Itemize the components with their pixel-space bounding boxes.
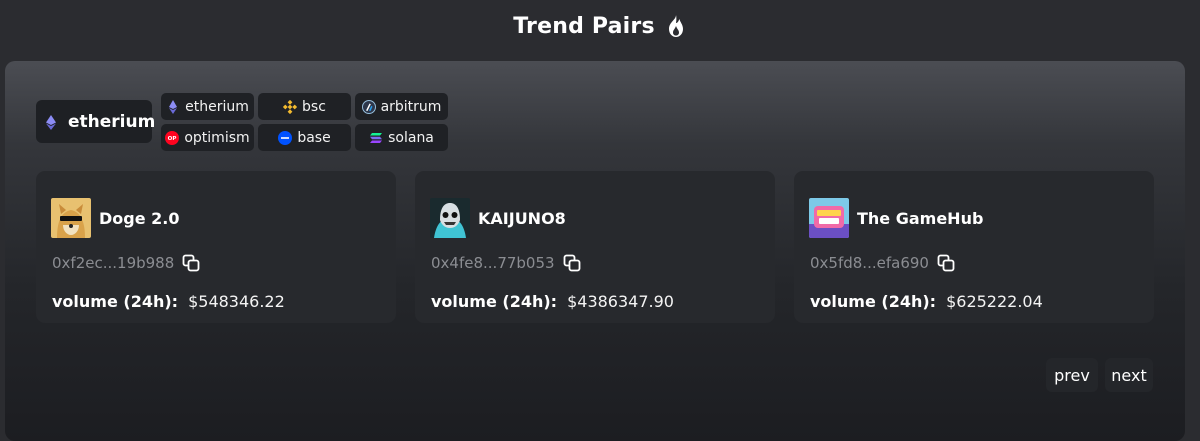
- token-address: 0x5fd8...efa690: [810, 254, 929, 272]
- selected-chain-button[interactable]: etherium: [36, 100, 156, 143]
- prev-button[interactable]: prev: [1046, 358, 1098, 392]
- bnb-icon: [283, 99, 298, 114]
- ethereum-icon: [166, 99, 180, 114]
- volume-value: $625222.04: [946, 292, 1043, 311]
- card-header: Doge 2.0: [51, 198, 180, 238]
- fire-icon: [665, 14, 687, 38]
- chain-option-label: base: [297, 129, 331, 146]
- page-title: Trend Pairs: [513, 13, 655, 39]
- chain-option-optimism[interactable]: OP optimism: [161, 124, 254, 151]
- volume-row: volume (24h): $625222.04: [810, 292, 1043, 311]
- card-header: The GameHub: [809, 198, 983, 238]
- token-address: 0xf2ec...19b988: [52, 254, 175, 272]
- chain-option-bsc[interactable]: bsc: [258, 93, 351, 120]
- chain-option-label: bsc: [302, 98, 326, 115]
- chain-option-label: etherium: [185, 98, 249, 115]
- token-name: The GameHub: [857, 208, 984, 228]
- base-icon: [278, 130, 293, 145]
- solana-icon: [369, 131, 383, 145]
- address-row: 0x5fd8...efa690: [810, 254, 955, 272]
- token-avatar: [430, 198, 470, 238]
- chain-option-base[interactable]: base: [258, 124, 351, 151]
- token-name: KAIJUNO8: [478, 208, 566, 228]
- volume-row: volume (24h): $548346.22: [52, 292, 285, 311]
- svg-text:OP: OP: [168, 136, 177, 142]
- volume-row: volume (24h): $4386347.90: [431, 292, 674, 311]
- copy-icon[interactable]: [937, 254, 955, 272]
- token-card[interactable]: KAIJUNO8 0x4fe8...77b053 volume (24h): $…: [415, 171, 775, 323]
- token-card[interactable]: Doge 2.0 0xf2ec...19b988 volume (24h): $…: [36, 171, 396, 323]
- token-name: Doge 2.0: [99, 208, 180, 228]
- arbitrum-icon: [361, 99, 376, 114]
- token-avatar: [51, 198, 91, 238]
- chain-options: etherium bsc arbitrum OP optimism base s…: [161, 93, 448, 151]
- address-row: 0x4fe8...77b053: [431, 254, 581, 272]
- card-header: KAIJUNO8: [430, 198, 566, 238]
- ethereum-icon: [46, 114, 60, 130]
- chain-option-label: arbitrum: [380, 98, 442, 115]
- optimism-icon: OP: [165, 130, 180, 145]
- chain-option-etherium[interactable]: etherium: [161, 93, 254, 120]
- volume-label: volume (24h):: [431, 292, 558, 311]
- token-address: 0x4fe8...77b053: [431, 254, 555, 272]
- volume-value: $4386347.90: [567, 292, 674, 311]
- chain-option-arbitrum[interactable]: arbitrum: [355, 93, 448, 120]
- copy-icon[interactable]: [182, 254, 200, 272]
- volume-label: volume (24h):: [810, 292, 937, 311]
- copy-icon[interactable]: [563, 254, 581, 272]
- token-card[interactable]: The GameHub 0x5fd8...efa690 volume (24h)…: [794, 171, 1154, 323]
- token-avatar: [809, 198, 849, 238]
- chain-option-label: solana: [388, 129, 434, 146]
- chain-option-label: optimism: [184, 129, 250, 146]
- address-row: 0xf2ec...19b988: [52, 254, 200, 272]
- volume-label: volume (24h):: [52, 292, 179, 311]
- chain-option-solana[interactable]: solana: [355, 124, 448, 151]
- next-button[interactable]: next: [1105, 358, 1153, 392]
- volume-value: $548346.22: [188, 292, 285, 311]
- header: Trend Pairs: [0, 8, 1200, 44]
- selected-chain-label: etherium: [68, 111, 156, 132]
